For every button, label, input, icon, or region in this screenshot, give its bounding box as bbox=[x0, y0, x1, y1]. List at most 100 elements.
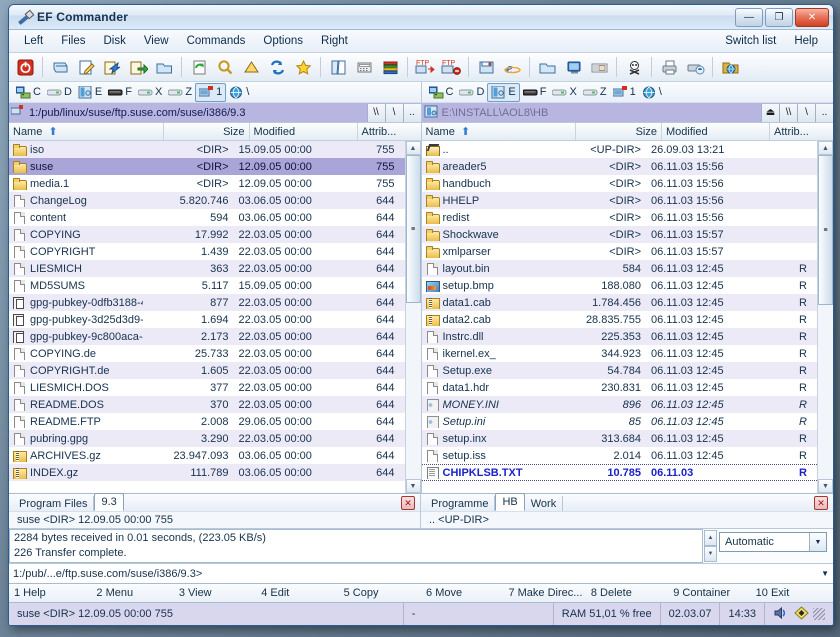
fkey-2-menu[interactable]: 2 Menu bbox=[91, 587, 173, 599]
tab-programme[interactable]: Programme bbox=[425, 496, 495, 511]
left-drive-button-1[interactable]: 1 bbox=[195, 83, 226, 102]
left-drive-button-E[interactable]: E bbox=[75, 84, 105, 101]
right-path-root-button[interactable]: \\ bbox=[779, 104, 797, 122]
left-col-attrib[interactable]: Attrib... bbox=[358, 123, 406, 140]
table-row[interactable]: MD5SUMS5.11715.09.05 00:00644 bbox=[9, 277, 405, 294]
tab-hb[interactable]: HB bbox=[495, 493, 524, 511]
menu-item-view[interactable]: View bbox=[135, 33, 178, 49]
menu-item-switch-list[interactable]: Switch list bbox=[716, 33, 785, 49]
right-scroll-track[interactable]: ≡ bbox=[818, 155, 833, 479]
move-file-icon[interactable] bbox=[125, 55, 151, 79]
table-row[interactable]: MONEY.INI89606.11.03 12:45R bbox=[422, 396, 818, 413]
menu-item-disk[interactable]: Disk bbox=[94, 33, 134, 49]
ftp-log-box[interactable]: 2284 bytes received in 0.01 seconds, (22… bbox=[9, 529, 703, 563]
internet-explorer-icon[interactable]: e bbox=[499, 55, 525, 79]
transfer-mode-select[interactable]: Automatic ▼ bbox=[719, 532, 827, 552]
split-file-icon[interactable] bbox=[325, 55, 351, 79]
fkey-4-edit[interactable]: 4 Edit bbox=[256, 587, 338, 599]
tab-9-3[interactable]: 9.3 bbox=[94, 493, 123, 511]
table-row[interactable]: COPYING.de25.73322.03.05 00:00644 bbox=[9, 345, 405, 362]
table-row[interactable]: setup.inx313.68406.11.03 12:45R bbox=[422, 430, 818, 447]
menu-item-commands[interactable]: Commands bbox=[178, 33, 255, 49]
table-row[interactable]: setup.bmp188.08006.11.03 12:45R bbox=[422, 277, 818, 294]
table-row[interactable]: ChangeLog5.820.74603.06.05 00:00644 bbox=[9, 192, 405, 209]
fkey-5-copy[interactable]: 5 Copy bbox=[339, 587, 421, 599]
table-row[interactable]: COPYRIGHT1.43922.03.05 00:00644 bbox=[9, 243, 405, 260]
left-scroll-up-button[interactable]: ▲ bbox=[406, 141, 421, 155]
menu-item-right[interactable]: Right bbox=[312, 33, 357, 49]
left-col-name[interactable]: Name ⬆ bbox=[9, 123, 164, 140]
right-drive-button-C[interactable]: C bbox=[426, 84, 457, 101]
table-row[interactable]: CHIPKLSB.TXT10.78506.11.03R bbox=[422, 464, 818, 481]
right-vertical-scrollbar[interactable]: ▲ ≡ ▼ bbox=[817, 141, 833, 493]
right-file-list[interactable]: ..<UP-DIR>26.09.03 13:21areader5<DIR>06.… bbox=[422, 141, 818, 493]
search-icon[interactable] bbox=[212, 55, 238, 79]
right-col-attrib[interactable]: Attrib... bbox=[770, 123, 818, 140]
left-path-text[interactable]: 1:/pub/linux/suse/ftp.suse.com/suse/i386… bbox=[27, 107, 367, 119]
table-row[interactable]: xmlparser<DIR>06.11.03 15:57 bbox=[422, 243, 818, 260]
left-path-root-button[interactable]: \\ bbox=[367, 104, 385, 122]
right-drive-button-1[interactable]: 1 bbox=[610, 84, 639, 101]
left-scroll-thumb[interactable]: ≡ bbox=[406, 155, 421, 303]
table-row[interactable]: COPYRIGHT.de1.60522.03.05 00:00644 bbox=[9, 362, 405, 379]
ftp-disconnect-icon[interactable]: FTP bbox=[438, 55, 464, 79]
calculator-icon[interactable] bbox=[351, 55, 377, 79]
right-drive-button-Z[interactable]: Z bbox=[580, 84, 610, 101]
edit-file-icon[interactable] bbox=[73, 55, 99, 79]
copy-file-icon[interactable] bbox=[99, 55, 125, 79]
table-row[interactable]: Setup.ini8506.11.03 12:45R bbox=[422, 413, 818, 430]
fkey-3-view[interactable]: 3 View bbox=[174, 587, 256, 599]
table-row[interactable]: Instrc.dll225.35306.11.03 12:45R bbox=[422, 328, 818, 345]
fkey-9-container[interactable]: 9 Container bbox=[668, 587, 750, 599]
favorites-star-icon[interactable] bbox=[290, 55, 316, 79]
table-row[interactable]: pubring.gpg3.29022.03.05 00:00644 bbox=[9, 430, 405, 447]
log-scroll-down-button[interactable]: ▼ bbox=[704, 546, 717, 562]
save-icon[interactable] bbox=[473, 55, 499, 79]
table-row[interactable]: LIESMICH.DOS37722.03.05 00:00644 bbox=[9, 379, 405, 396]
left-drive-button-D[interactable]: D bbox=[44, 84, 75, 101]
command-line[interactable]: 1:/pub/...e/ftp.suse.com/suse/i386/9.3> … bbox=[9, 563, 833, 583]
fkey-10-exit[interactable]: 10 Exit bbox=[751, 587, 833, 599]
table-row[interactable]: README.FTP2.00829.06.05 00:00644 bbox=[9, 413, 405, 430]
right-col-modified[interactable]: Modified bbox=[662, 123, 770, 140]
virus-scan-icon[interactable] bbox=[621, 55, 647, 79]
tab-work[interactable]: Work bbox=[525, 496, 563, 511]
command-history-chevron-icon[interactable]: ▼ bbox=[821, 569, 829, 578]
table-row[interactable]: LIESMICH36322.03.05 00:00644 bbox=[9, 260, 405, 277]
sync-icon[interactable] bbox=[264, 55, 290, 79]
ftp-connect-icon[interactable]: FTP bbox=[412, 55, 438, 79]
left-path-back-button[interactable]: \ bbox=[385, 104, 403, 122]
print-setup-icon[interactable] bbox=[682, 55, 708, 79]
right-col-name[interactable]: Name ⬆ bbox=[422, 123, 577, 140]
table-row[interactable]: suse<DIR>12.09.05 00:00755 bbox=[9, 158, 405, 175]
fkey-1-help[interactable]: 1 Help bbox=[9, 587, 91, 599]
table-row[interactable]: gpg-pubkey-0dfb3188-41ed9...87722.03.05 … bbox=[9, 294, 405, 311]
fkey-7-make-dir[interactable]: 7 Make Direc... bbox=[503, 587, 585, 599]
close-button[interactable]: ✕ bbox=[795, 8, 829, 27]
left-tab-close-button[interactable]: ✕ bbox=[401, 496, 415, 510]
mail-icon[interactable] bbox=[586, 55, 612, 79]
filter-icon[interactable] bbox=[238, 55, 264, 79]
view-file-icon[interactable] bbox=[47, 55, 73, 79]
tab-program-files[interactable]: Program Files bbox=[13, 496, 94, 511]
table-row[interactable]: gpg-pubkey-9c800aca-40d80...2.17322.03.0… bbox=[9, 328, 405, 345]
right-path-bar[interactable]: E:\INSTALL\AOL8\HB ⏏ \\ \ .. bbox=[422, 103, 834, 123]
left-col-modified[interactable]: Modified bbox=[250, 123, 358, 140]
menu-item-options[interactable]: Options bbox=[254, 33, 312, 49]
table-row[interactable]: README.DOS37022.03.05 00:00644 bbox=[9, 396, 405, 413]
left-path-bar[interactable]: 1:/pub/linux/suse/ftp.suse.com/suse/i386… bbox=[9, 103, 421, 123]
table-row[interactable]: Shockwave<DIR>06.11.03 15:57 bbox=[422, 226, 818, 243]
right-drive-button-backslash[interactable]: \ bbox=[639, 84, 665, 101]
folder-icon[interactable] bbox=[534, 55, 560, 79]
table-row[interactable]: ..<UP-DIR>26.09.03 13:21 bbox=[422, 141, 818, 158]
left-drive-button-X[interactable]: X bbox=[135, 84, 165, 101]
table-row[interactable]: gpg-pubkey-3d25d3d9-36e12...1.69422.03.0… bbox=[9, 311, 405, 328]
right-path-up-button[interactable]: .. bbox=[815, 104, 833, 122]
right-path-text[interactable]: E:\INSTALL\AOL8\HB bbox=[440, 107, 762, 119]
fkey-8-delete[interactable]: 8 Delete bbox=[586, 587, 668, 599]
right-scroll-thumb[interactable]: ≡ bbox=[818, 155, 833, 305]
right-path-eject-button[interactable]: ⏏ bbox=[761, 104, 779, 122]
left-file-list[interactable]: iso<DIR>15.09.05 00:00755suse<DIR>12.09.… bbox=[9, 141, 405, 493]
books-icon[interactable] bbox=[377, 55, 403, 79]
left-drive-button-F[interactable]: F bbox=[105, 84, 135, 101]
